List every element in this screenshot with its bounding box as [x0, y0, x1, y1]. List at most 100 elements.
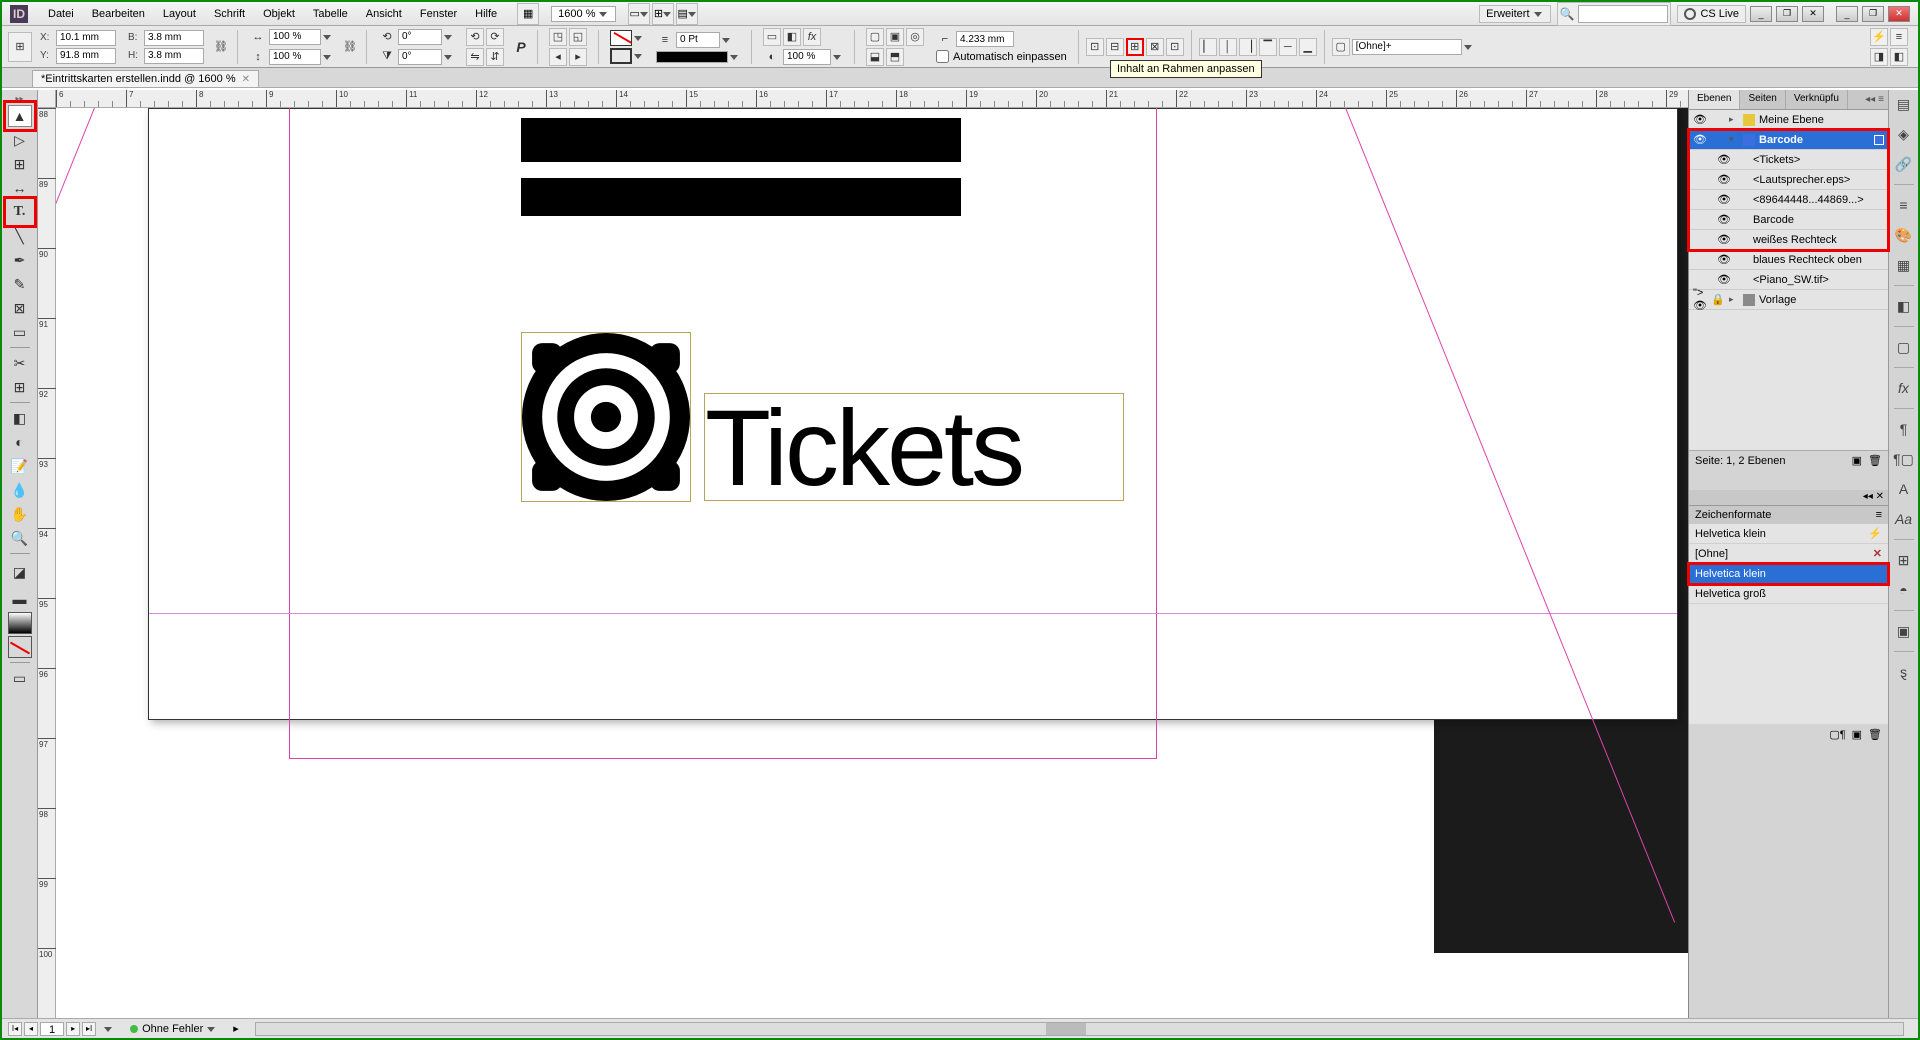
- opacity-field[interactable]: 100 %: [783, 49, 831, 65]
- apply-none-icon[interactable]: [8, 636, 32, 658]
- constrain-scale-icon[interactable]: ⛓: [341, 38, 359, 56]
- select-next-icon[interactable]: ▸: [569, 48, 587, 66]
- layer-item-white-rect[interactable]: 👁weißes Rechteck: [1689, 230, 1888, 250]
- note-tool-icon[interactable]: 📝: [8, 455, 32, 477]
- panel-menu-icon[interactable]: ≡: [1890, 28, 1908, 46]
- y-field[interactable]: 91.8 mm: [56, 48, 116, 64]
- align-vcenter-icon[interactable]: ─: [1279, 38, 1297, 56]
- fit-content-prop-icon[interactable]: ⊟: [1106, 38, 1124, 56]
- doc-restore-icon[interactable]: ❐: [1776, 6, 1798, 22]
- reference-point-icon[interactable]: ⊞: [8, 32, 32, 62]
- layers-panel-icon[interactable]: ◈: [1894, 124, 1914, 144]
- corner-field[interactable]: 4.233 mm: [956, 31, 1014, 47]
- object-style-field[interactable]: [Ohne]+: [1352, 39, 1462, 55]
- shear-field[interactable]: 0°: [398, 49, 442, 65]
- gap-tool-icon[interactable]: ↔: [8, 177, 32, 199]
- height-field[interactable]: 3.8 mm: [144, 48, 204, 64]
- vertical-ruler[interactable]: 888990919293949596979899100101: [38, 108, 56, 1018]
- fx-icon[interactable]: fx: [803, 28, 821, 46]
- free-transform-tool-icon[interactable]: ⊞: [8, 376, 32, 398]
- object-style-icon[interactable]: ▢: [1332, 38, 1350, 56]
- menu-window[interactable]: Fenster: [412, 5, 465, 23]
- clear-override-icon[interactable]: ✕: [1873, 547, 1882, 560]
- constrain-wh-icon[interactable]: ⛓: [212, 38, 230, 56]
- menu-layout[interactable]: Layout: [155, 5, 204, 23]
- swatches-panel-icon[interactable]: ▦: [1894, 255, 1914, 275]
- page-tool-icon[interactable]: ⊞: [8, 153, 32, 175]
- layer-row-barcode[interactable]: 👁 ▾ Barcode: [1689, 130, 1888, 150]
- workspace-switcher[interactable]: Erweitert: [1479, 5, 1550, 23]
- flip-v-icon[interactable]: ⇵: [486, 48, 504, 66]
- search-box[interactable]: 🔍: [1557, 2, 1672, 26]
- scale-y-field[interactable]: 100 %: [269, 49, 321, 65]
- fill-swatch-icon[interactable]: [610, 30, 632, 46]
- wrap-jump-next-icon[interactable]: ⬒: [886, 48, 904, 66]
- line-tool-icon[interactable]: ╲: [8, 225, 32, 247]
- horizontal-guide[interactable]: [149, 613, 1677, 614]
- next-page-icon[interactable]: ▸: [66, 1022, 80, 1036]
- new-layer-icon[interactable]: ▣: [1852, 454, 1862, 467]
- charstyles-menu-icon[interactable]: ≡: [1876, 509, 1882, 521]
- stroke-weight-field[interactable]: 0 Pt: [676, 32, 720, 48]
- quick-apply-icon[interactable]: ⚡: [1870, 28, 1888, 46]
- pencil-tool-icon[interactable]: ✎: [8, 273, 32, 295]
- horizontal-scrollbar[interactable]: [255, 1022, 1904, 1036]
- eyedropper-tool-icon[interactable]: 💧: [8, 479, 32, 501]
- selection-tool-icon[interactable]: ▲: [8, 105, 32, 127]
- select-container-icon[interactable]: ◳: [549, 28, 567, 46]
- horizontal-ruler[interactable]: 6789101112131415161718192021222324252627…: [56, 90, 1688, 108]
- barcode-bars[interactable]: [521, 118, 961, 218]
- visibility-icon[interactable]: 👁: [1693, 113, 1707, 127]
- charstyle-helvetica-klein[interactable]: Helvetica klein: [1689, 564, 1888, 584]
- toggle-panels2-icon[interactable]: ◧: [1890, 48, 1908, 66]
- direct-selection-tool-icon[interactable]: ▷: [8, 129, 32, 151]
- apply-gradient-icon[interactable]: [8, 612, 32, 634]
- wrap-jump-icon[interactable]: ⬓: [866, 48, 884, 66]
- wrap-bbox-icon[interactable]: ▣: [886, 28, 904, 46]
- doc-close-icon[interactable]: ✕: [1802, 6, 1824, 22]
- bridge-icon[interactable]: ▦: [517, 3, 539, 25]
- tab-links[interactable]: Verknüpfu: [1786, 90, 1848, 109]
- pages-panel-icon[interactable]: ▤: [1894, 94, 1914, 114]
- scissors-tool-icon[interactable]: ✂: [8, 352, 32, 374]
- layer-item-lautsprecher[interactable]: 👁<Lautsprecher.eps>: [1689, 170, 1888, 190]
- lock-icon[interactable]: 🔒: [1711, 293, 1725, 307]
- layer-row-vorlage[interactable]: ">👁🔒 ▸ Vorlage: [1689, 290, 1888, 310]
- paragraph-styles-panel-icon[interactable]: ¶▢: [1894, 449, 1914, 469]
- select-content-icon[interactable]: ◱: [569, 28, 587, 46]
- align-bottom-icon[interactable]: ▁: [1299, 38, 1317, 56]
- wrap-none-icon[interactable]: ▢: [866, 28, 884, 46]
- toggle-panels-icon[interactable]: ◨: [1870, 48, 1888, 66]
- menu-type[interactable]: Schrift: [206, 5, 253, 23]
- menu-help[interactable]: Hilfe: [467, 5, 505, 23]
- x-field[interactable]: 10.1 mm: [56, 30, 116, 46]
- menu-edit[interactable]: Bearbeiten: [84, 5, 153, 23]
- effects-target-icon[interactable]: ▭: [763, 28, 781, 46]
- view-mode-icon[interactable]: ▭: [8, 667, 32, 689]
- layer-item-blue-rect[interactable]: 👁blaues Rechteck oben: [1689, 250, 1888, 270]
- scale-x-field[interactable]: 100 %: [269, 29, 321, 45]
- wrap-shape-icon[interactable]: ◎: [906, 28, 924, 46]
- menu-object[interactable]: Objekt: [255, 5, 303, 23]
- flip-h-icon[interactable]: ⇋: [466, 48, 484, 66]
- window-close-icon[interactable]: ✕: [1888, 6, 1910, 22]
- select-prev-icon[interactable]: ◂: [549, 48, 567, 66]
- character-panel-icon[interactable]: A: [1894, 479, 1914, 499]
- fit-content-to-frame-icon[interactable]: ⊞: [1126, 38, 1144, 56]
- layer-item-tickets[interactable]: 👁<Tickets>: [1689, 150, 1888, 170]
- visibility-icon[interactable]: 👁: [1693, 133, 1707, 147]
- tickets-text-frame[interactable]: Tickets: [704, 393, 1124, 501]
- last-page-icon[interactable]: ▸I: [82, 1022, 96, 1036]
- collapse-icon[interactable]: ◂◂: [1865, 94, 1875, 105]
- arrange-icon[interactable]: ⊞: [652, 3, 674, 25]
- rotate-cw-icon[interactable]: ⟳: [486, 28, 504, 46]
- object-styles-panel-icon[interactable]: ▢: [1894, 337, 1914, 357]
- gradient-panel-icon[interactable]: ◧: [1894, 296, 1914, 316]
- gradient-swatch-tool-icon[interactable]: ◧: [8, 407, 32, 429]
- open-file-icon[interactable]: ▸: [233, 1022, 239, 1035]
- text-wrap-panel-icon[interactable]: ▣: [1894, 621, 1914, 641]
- zoom-tool-icon[interactable]: 🔍: [8, 527, 32, 549]
- fill-stroke-icon[interactable]: ◪: [8, 558, 32, 586]
- ruler-origin[interactable]: [38, 90, 56, 108]
- pen-tool-icon[interactable]: ✒: [8, 249, 32, 271]
